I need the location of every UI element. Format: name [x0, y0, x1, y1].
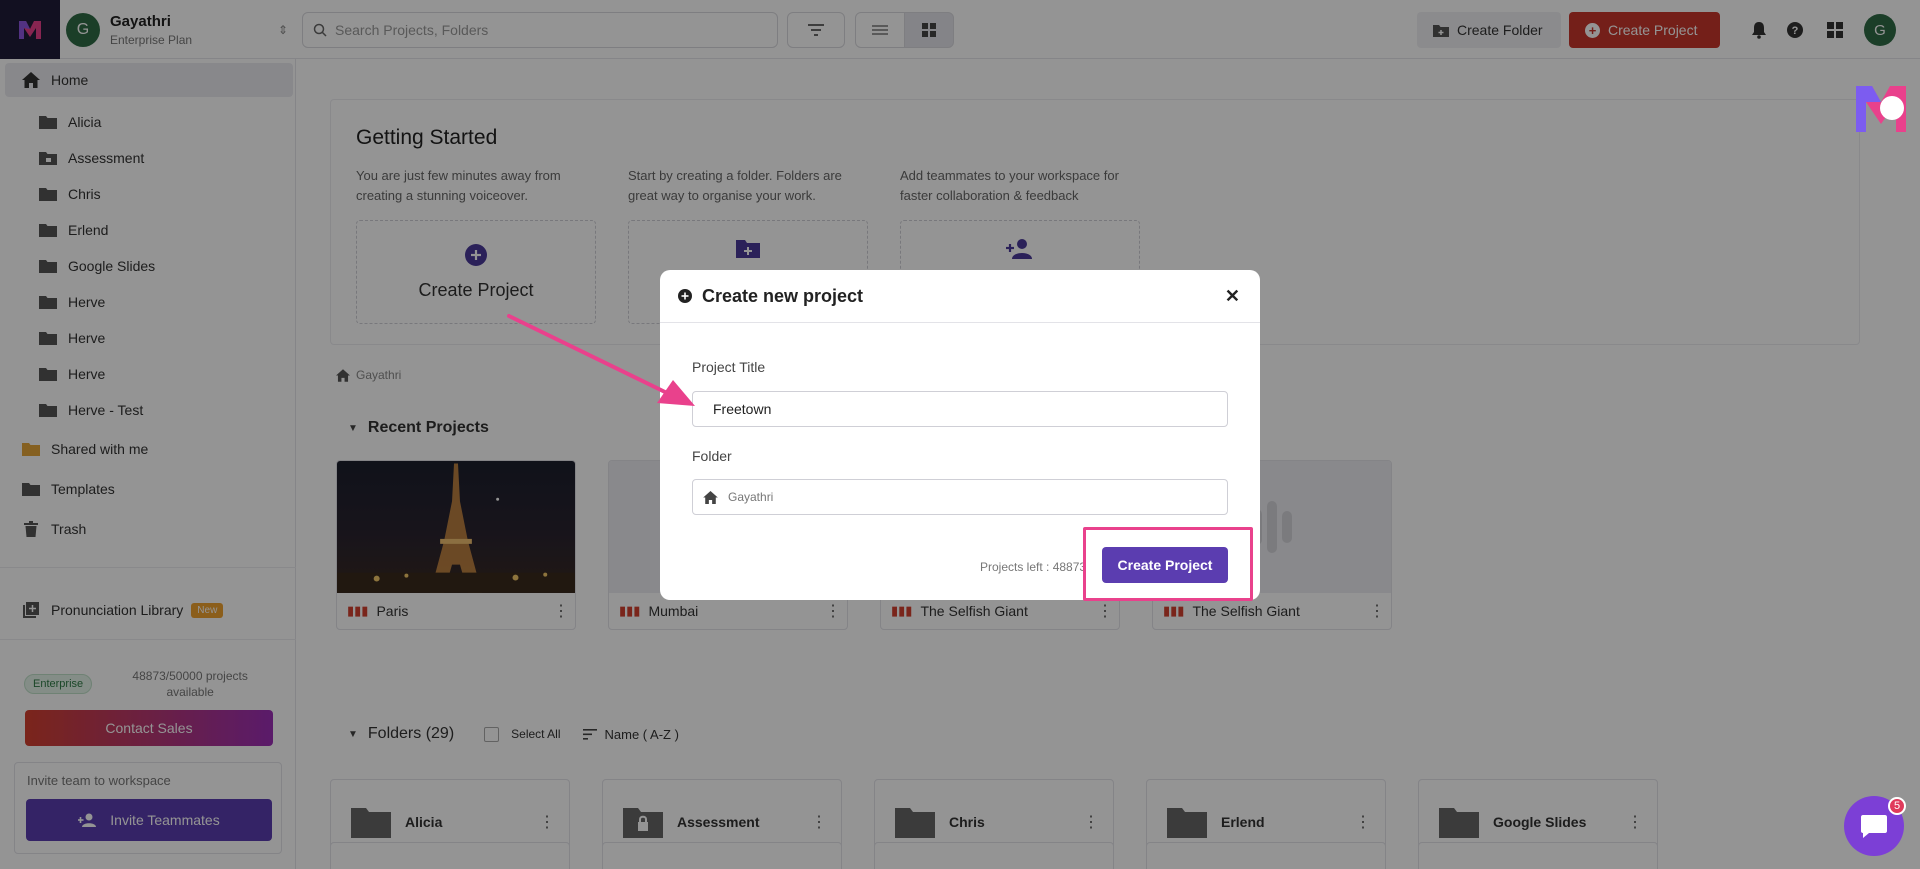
pointer-arrow-annotation [507, 314, 695, 406]
chat-notification-badge: 5 [1888, 797, 1906, 815]
project-title-field[interactable] [692, 391, 1228, 427]
close-icon[interactable]: ✕ [1225, 286, 1240, 307]
home-icon [703, 490, 718, 504]
chat-icon [1861, 815, 1887, 838]
modal-title: Create new project [702, 285, 864, 306]
project-title-input[interactable] [713, 401, 1203, 417]
projects-left: Projects left : 48873 [980, 560, 1087, 574]
folder-label: Folder [692, 448, 732, 464]
folder-select[interactable]: Gayathri [692, 479, 1228, 515]
folder-select-value: Gayathri [728, 490, 774, 504]
brand-assistant-icon[interactable] [1852, 80, 1910, 138]
plus-circle-icon [678, 289, 692, 303]
modal-header: Create new project ✕ [660, 270, 1260, 323]
highlight-annotation [1083, 527, 1253, 601]
